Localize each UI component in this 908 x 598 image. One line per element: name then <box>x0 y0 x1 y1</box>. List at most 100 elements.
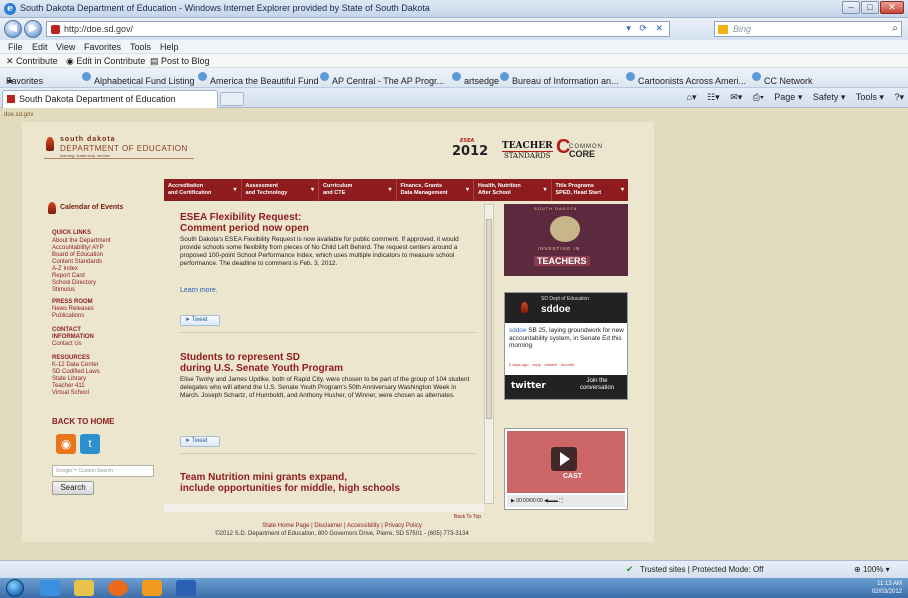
help-icon[interactable]: ?▾ <box>894 92 904 102</box>
footer-links[interactable]: State Home Page | Disclaimer | Accessibi… <box>62 522 622 530</box>
maximize-button[interactable]: □ <box>861 1 879 14</box>
sidebar-link[interactable]: Content Standards <box>52 259 102 266</box>
contribute-button[interactable]: ✕ Contribute <box>6 56 58 67</box>
print-icon[interactable]: ⎙▾ <box>753 92 764 102</box>
back-to-top-link[interactable]: Back To Top <box>454 514 481 520</box>
sidebar-link[interactable]: Board of Education <box>52 252 103 259</box>
sidebar-link[interactable]: K-12 Data Center <box>52 362 99 369</box>
logo-line1[interactable]: south dakota <box>60 136 116 143</box>
sidebar-link[interactable]: Publications <box>52 313 84 320</box>
nav-curriculum[interactable]: Curriculum and CTE ▾ <box>319 179 397 201</box>
join-conversation-link[interactable]: Join the conversation <box>571 378 623 392</box>
sidebar-link[interactable]: Report Card <box>52 273 85 280</box>
mail-icon[interactable]: ✉▾ <box>730 92 742 102</box>
nav-finance[interactable]: Finance, Grants Data Management ▾ <box>397 179 474 201</box>
ie-taskbar-icon[interactable] <box>40 580 60 596</box>
menu-favorites[interactable]: Favorites <box>84 42 121 52</box>
favorites-item[interactable]: America the Beautiful Fund <box>198 72 319 86</box>
menu-edit[interactable]: Edit <box>32 42 48 52</box>
sidebar-link[interactable]: Contact Us <box>52 341 82 348</box>
learn-more-link[interactable]: Learn more. <box>180 287 218 294</box>
menu-tools[interactable]: Tools <box>130 42 151 52</box>
esea-2012-badge[interactable]: ESEA 2012 <box>452 138 488 159</box>
explorer-taskbar-icon[interactable] <box>74 580 94 596</box>
post-to-blog-button[interactable]: ▤ Post to Blog <box>150 56 210 67</box>
investing-in-teachers-banner[interactable]: SOUTH DAKOTA INVESTING IN TEACHERS <box>504 204 628 276</box>
nav-accreditation[interactable]: Accreditation and Certification ▾ <box>164 179 242 201</box>
zoom-control[interactable]: ⊕ 100% ▾ <box>854 565 890 574</box>
twitter-icon[interactable]: t <box>80 434 100 454</box>
back-button[interactable]: ◀ <box>4 20 22 38</box>
address-field[interactable]: http://doe.sd.gov/ ▾ ⟳ ✕ <box>46 21 670 37</box>
outlook-taskbar-icon[interactable] <box>142 580 162 596</box>
calendar-link[interactable]: Calendar of Events <box>60 204 123 211</box>
edit-in-contribute-button[interactable]: ◉ Edit in Contribute <box>66 56 145 67</box>
news-title[interactable]: Team Nutrition mini grants expand, inclu… <box>180 472 400 494</box>
nav-label: Title Programs SPED, Head Start <box>555 183 602 196</box>
security-zone[interactable]: Trusted sites | Protected Mode: Off <box>640 565 763 574</box>
sidebar-link[interactable]: News Releases <box>52 306 94 313</box>
twitter-handle[interactable]: sddoe <box>541 304 570 315</box>
tweet-meta[interactable]: 5 days ago · reply · retweet · favorite <box>509 362 625 367</box>
feeds-icon[interactable]: ☷▾ <box>707 92 720 102</box>
sidebar-link[interactable]: About the Department <box>52 238 111 245</box>
favorites-item[interactable]: Bureau of Information an... <box>500 72 619 86</box>
media-taskbar-icon[interactable] <box>108 580 128 596</box>
nav-health[interactable]: Health, Nutrition After School ▾ <box>474 179 552 201</box>
tweet-button[interactable]: ➤ Tweet <box>180 315 220 326</box>
play-icon[interactable] <box>551 447 577 471</box>
sidebar-link[interactable]: SD Codified Laws <box>52 369 100 376</box>
site-tag: doe.sd.gov <box>4 112 34 118</box>
nav-label: Finance, Grants Data Management <box>400 183 448 196</box>
start-button[interactable] <box>6 579 24 597</box>
word-taskbar-icon[interactable] <box>176 580 196 596</box>
sidebar-link[interactable]: Accountability/ AYP <box>52 245 104 252</box>
sidebar-link[interactable]: A-Z Index <box>52 266 78 273</box>
new-tab-button[interactable] <box>220 92 244 106</box>
rss-icon[interactable]: ◉ <box>56 434 76 454</box>
safety-menu[interactable]: Safety ▾ <box>813 92 846 102</box>
news-title[interactable]: Students to represent SD during U.S. Sen… <box>180 352 343 374</box>
search-icon[interactable]: ⌕ <box>892 23 898 34</box>
scrollbar-thumb[interactable] <box>486 219 492 419</box>
news-scrollbar[interactable] <box>484 204 494 504</box>
logo-line2[interactable]: DEPARTMENT OF EDUCATION <box>60 144 188 153</box>
news-title[interactable]: ESEA Flexibility Request: Comment period… <box>180 212 309 234</box>
tab-sd-doe[interactable]: South Dakota Department of Education <box>2 90 218 108</box>
favorites-item[interactable]: AP Central - The AP Progr... <box>320 72 444 86</box>
favorites-item[interactable]: artsedge <box>452 72 499 86</box>
menu-file[interactable]: File <box>8 42 23 52</box>
minimize-button[interactable]: – <box>842 1 860 14</box>
close-button[interactable]: ✕ <box>880 1 904 14</box>
nav-assessment[interactable]: Assessment and Technology ▾ <box>242 179 319 201</box>
twitter-logo[interactable]: twitter <box>511 381 546 391</box>
sidebar-link[interactable]: Stimulus <box>52 287 75 294</box>
search-input[interactable]: Bing ⌕ <box>714 21 902 37</box>
custom-search-input[interactable]: Google™ Custom Search <box>52 465 154 477</box>
favorites-item[interactable]: CC Network <box>752 72 813 86</box>
favorites-item[interactable]: Cartoonists Across Ameri... <box>626 72 746 86</box>
menu-view[interactable]: View <box>56 42 75 52</box>
teacher-standards-badge[interactable]: TEACHER STANDARDS <box>502 142 553 161</box>
sidebar-link[interactable]: State Library <box>52 376 86 383</box>
video-controls[interactable]: ▶ 00:00/00:00 ◀▬▬ ⛶ <box>507 495 625 507</box>
sidebar-link[interactable]: Teacher 411 <box>52 383 85 390</box>
favorites-item[interactable]: Alphabetical Fund Listing <box>82 72 195 86</box>
news-hscrollbar[interactable] <box>164 504 484 512</box>
tools-menu[interactable]: Tools ▾ <box>856 92 884 102</box>
system-tray-clock[interactable]: 11:13 AM 02/03/2012 <box>872 580 902 596</box>
home-icon[interactable]: ⌂▾ <box>687 92 697 102</box>
nav-title-programs[interactable]: Title Programs SPED, Head Start ▾ <box>552 179 629 201</box>
page-menu[interactable]: Page ▾ <box>774 92 802 102</box>
core-core-label: CORE <box>569 149 596 159</box>
search-button[interactable]: Search <box>52 481 94 495</box>
torch-logo-icon[interactable] <box>46 137 54 151</box>
sidebar-link[interactable]: School Directory <box>52 280 96 287</box>
tweet-user[interactable]: sddoe <box>509 327 526 334</box>
sidebar-link[interactable]: Virtual School <box>52 390 89 397</box>
tweet-button[interactable]: ➤ Tweet <box>180 436 220 447</box>
forward-button[interactable]: ▶ <box>24 20 42 38</box>
menu-help[interactable]: Help <box>160 42 179 52</box>
back-to-home-link[interactable]: BACK TO HOME <box>52 417 115 426</box>
address-controls-icon[interactable]: ▾ ⟳ ✕ <box>626 23 666 34</box>
